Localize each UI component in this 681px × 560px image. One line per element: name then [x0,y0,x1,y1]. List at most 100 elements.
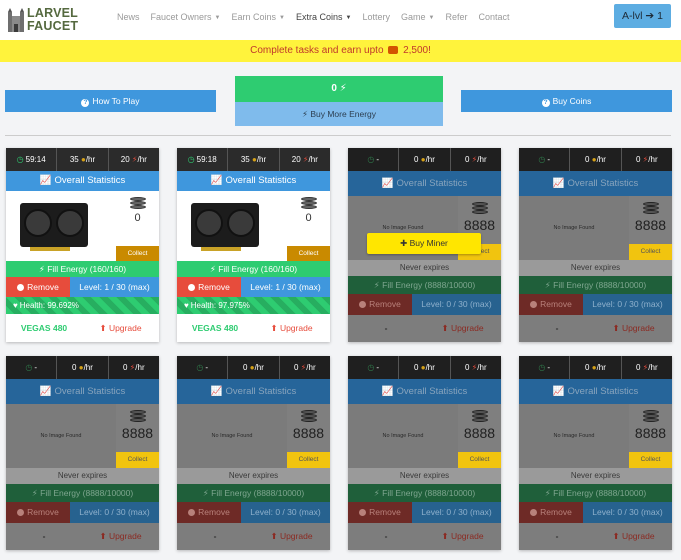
upgrade-button[interactable]: ⬆ Upgrade [82,314,159,342]
miner-image [177,191,287,261]
remove-button[interactable]: Remove [177,277,241,297]
nav-item-label: Faucet Owners [150,12,212,22]
coin-stack-icon [300,410,317,424]
fan-shape [227,209,255,237]
miner-stats-bar: ◷ 59:14 35 ●/hr 20 ⚡/hr [6,148,159,171]
energy-rate-cell: 0 ⚡/hr [451,148,501,171]
coin-shape [300,205,317,209]
nav-item-faucet-owners[interactable]: Faucet Owners ▼ [151,12,221,28]
nav-item-contact[interactable]: Contact [478,12,509,28]
nav-item-extra-coins[interactable]: Extra Coins ▼ [296,12,351,28]
bolt-icon: ⚡ [544,488,551,498]
health-bar: ♥ Health: 97.975% [177,297,330,314]
remove-button[interactable]: Remove [6,277,70,297]
timer-value: - [376,363,379,372]
arrow-up-icon: ⬆ [270,323,278,333]
upgrade-button: ⬆ Upgrade [595,523,672,550]
energy-rate-cell: 0 ⚡/hr [280,356,330,379]
health-label: Health: 97.975% [190,301,250,310]
buy-miner-button[interactable]: ✚ Buy Miner [367,233,481,254]
question-icon: ? [81,99,90,107]
upgrade-button: ⬆ Upgrade [253,523,330,550]
bolt-icon: ⚡ [38,264,45,274]
mined-amount: 8888 [116,404,159,452]
collect-button[interactable]: Collect [287,246,330,261]
nav-item-game[interactable]: Game ▼ [401,12,434,28]
overall-statistics-button[interactable]: 📈 Overall Statistics [177,171,330,191]
remove-label: Remove [540,507,572,517]
upgrade-label: Upgrade [279,323,313,333]
bolt-icon: ⚡ [209,264,216,274]
fill-energy-label: Fill Energy (8888/10000) [40,488,134,498]
upgrade-label: Upgrade [621,531,655,541]
timer-cell: ◷ - [348,356,400,379]
buy-energy-button[interactable]: ⚡ Buy More Energy [235,102,443,126]
level-indicator: Level: 0 / 30 (max) [412,502,501,523]
nav-item-earn-coins[interactable]: Earn Coins ▼ [232,12,285,28]
overall-statistics-button: 📈 Overall Statistics [348,171,501,196]
energy-rate-cell: 20 ⚡/hr [280,148,330,171]
bolt-icon: ⚡ [373,488,380,498]
fill-energy-button: ⚡ Fill Energy (8888/10000) [348,276,501,294]
logo-line-2: FAUCET [27,19,79,33]
top-navbar: LARVEL FAUCET News Faucet Owners ▼ Earn C… [0,0,681,40]
coin-rate-value: 0 [72,363,77,372]
collect-button: Collect [629,244,672,260]
nav-item-lottery[interactable]: Lottery [362,12,390,28]
overall-statistics-button[interactable]: 📈 Overall Statistics [6,171,159,191]
overall-statistics-button: 📈 Overall Statistics [6,379,159,404]
empty-miner-slot: ◷ - 0 ●/hr 0 ⚡/hr 📈 Overall Statistics No … [519,356,672,550]
chevron-down-icon: ▼ [345,15,352,21]
miner-name: VEGAS 480 [20,323,68,333]
overall-statistics-button: 📈 Overall Statistics [519,171,672,196]
promo-banner[interactable]: Complete tasks and earn upto 2,500! [0,40,681,62]
miner-image: No Image Found [519,404,629,468]
overall-statistics-label: Overall Statistics [396,386,468,397]
coin-stack-icon [129,410,146,424]
clock-icon: ◷ [538,155,546,164]
nav-item-refer[interactable]: Refer [445,12,467,28]
energy-rate-value: 0 [464,155,470,164]
nav-menu: News Faucet Owners ▼ Earn Coins ▼ Extra Co… [117,12,510,28]
overall-statistics-label: Overall Statistics [225,386,297,397]
per-hr-label: /hr [425,155,435,164]
collect-button[interactable]: Collect [116,246,159,261]
no-image-text: No Image Found [382,433,424,439]
coin-rate-value: 0 [414,155,419,164]
health-bar: ♥ Health: 99.692% [6,297,159,314]
fill-energy-button[interactable]: ⚡ Fill Energy (160/160) [177,261,330,277]
bolt-icon: ⚡ [301,109,308,119]
how-to-play-button[interactable]: ? How To Play [5,90,216,112]
bolt-icon: ⚡ [339,83,347,94]
remove-label: Remove [27,282,59,292]
bomb-icon [17,284,25,291]
per-hr-label: /hr [425,363,435,372]
remove-button: Remove [177,502,241,523]
overall-statistics-label: Overall Statistics [54,386,126,397]
amount-value: 8888 [463,425,496,441]
nav-item-news[interactable]: News [117,12,140,28]
miner-stats-bar: ◷ - 0 ●/hr 0 ⚡/hr [6,356,159,379]
graphics-card-image [20,203,88,251]
site-logo[interactable]: LARVEL FAUCET [8,5,80,35]
per-hr-label: /hr [648,363,658,372]
mined-amount: 8888 [629,404,672,452]
level-indicator: Level: 0 / 30 (max) [583,502,672,523]
remove-label: Remove [27,507,59,517]
upgrade-button: ⬆ Upgrade [424,315,501,342]
account-level-button[interactable]: A-lvl ➔ 1 [614,4,671,28]
collect-button: Collect [116,452,159,468]
coin-rate-value: 35 [240,155,250,164]
energy-rate-value: 0 [635,155,641,164]
buy-coins-button[interactable]: ? Buy Coins [461,90,672,112]
upgrade-button[interactable]: ⬆ Upgrade [253,314,330,342]
miner-stats-bar: ◷ 59:18 35 ●/hr 20 ⚡/hr [177,148,330,171]
miner-stats-bar: ◷ - 0 ●/hr 0 ⚡/hr [348,356,501,379]
remove-label: Remove [369,299,401,309]
expiry-text: Never expires [519,260,672,276]
bomb-icon [359,509,367,516]
remove-button: Remove [348,502,412,523]
timer-value: - [34,363,37,372]
empty-miner-slot: ◷ - 0 ●/hr 0 ⚡/hr 📈 Overall Statistics No … [177,356,330,550]
fill-energy-button[interactable]: ⚡ Fill Energy (160/160) [6,261,159,277]
